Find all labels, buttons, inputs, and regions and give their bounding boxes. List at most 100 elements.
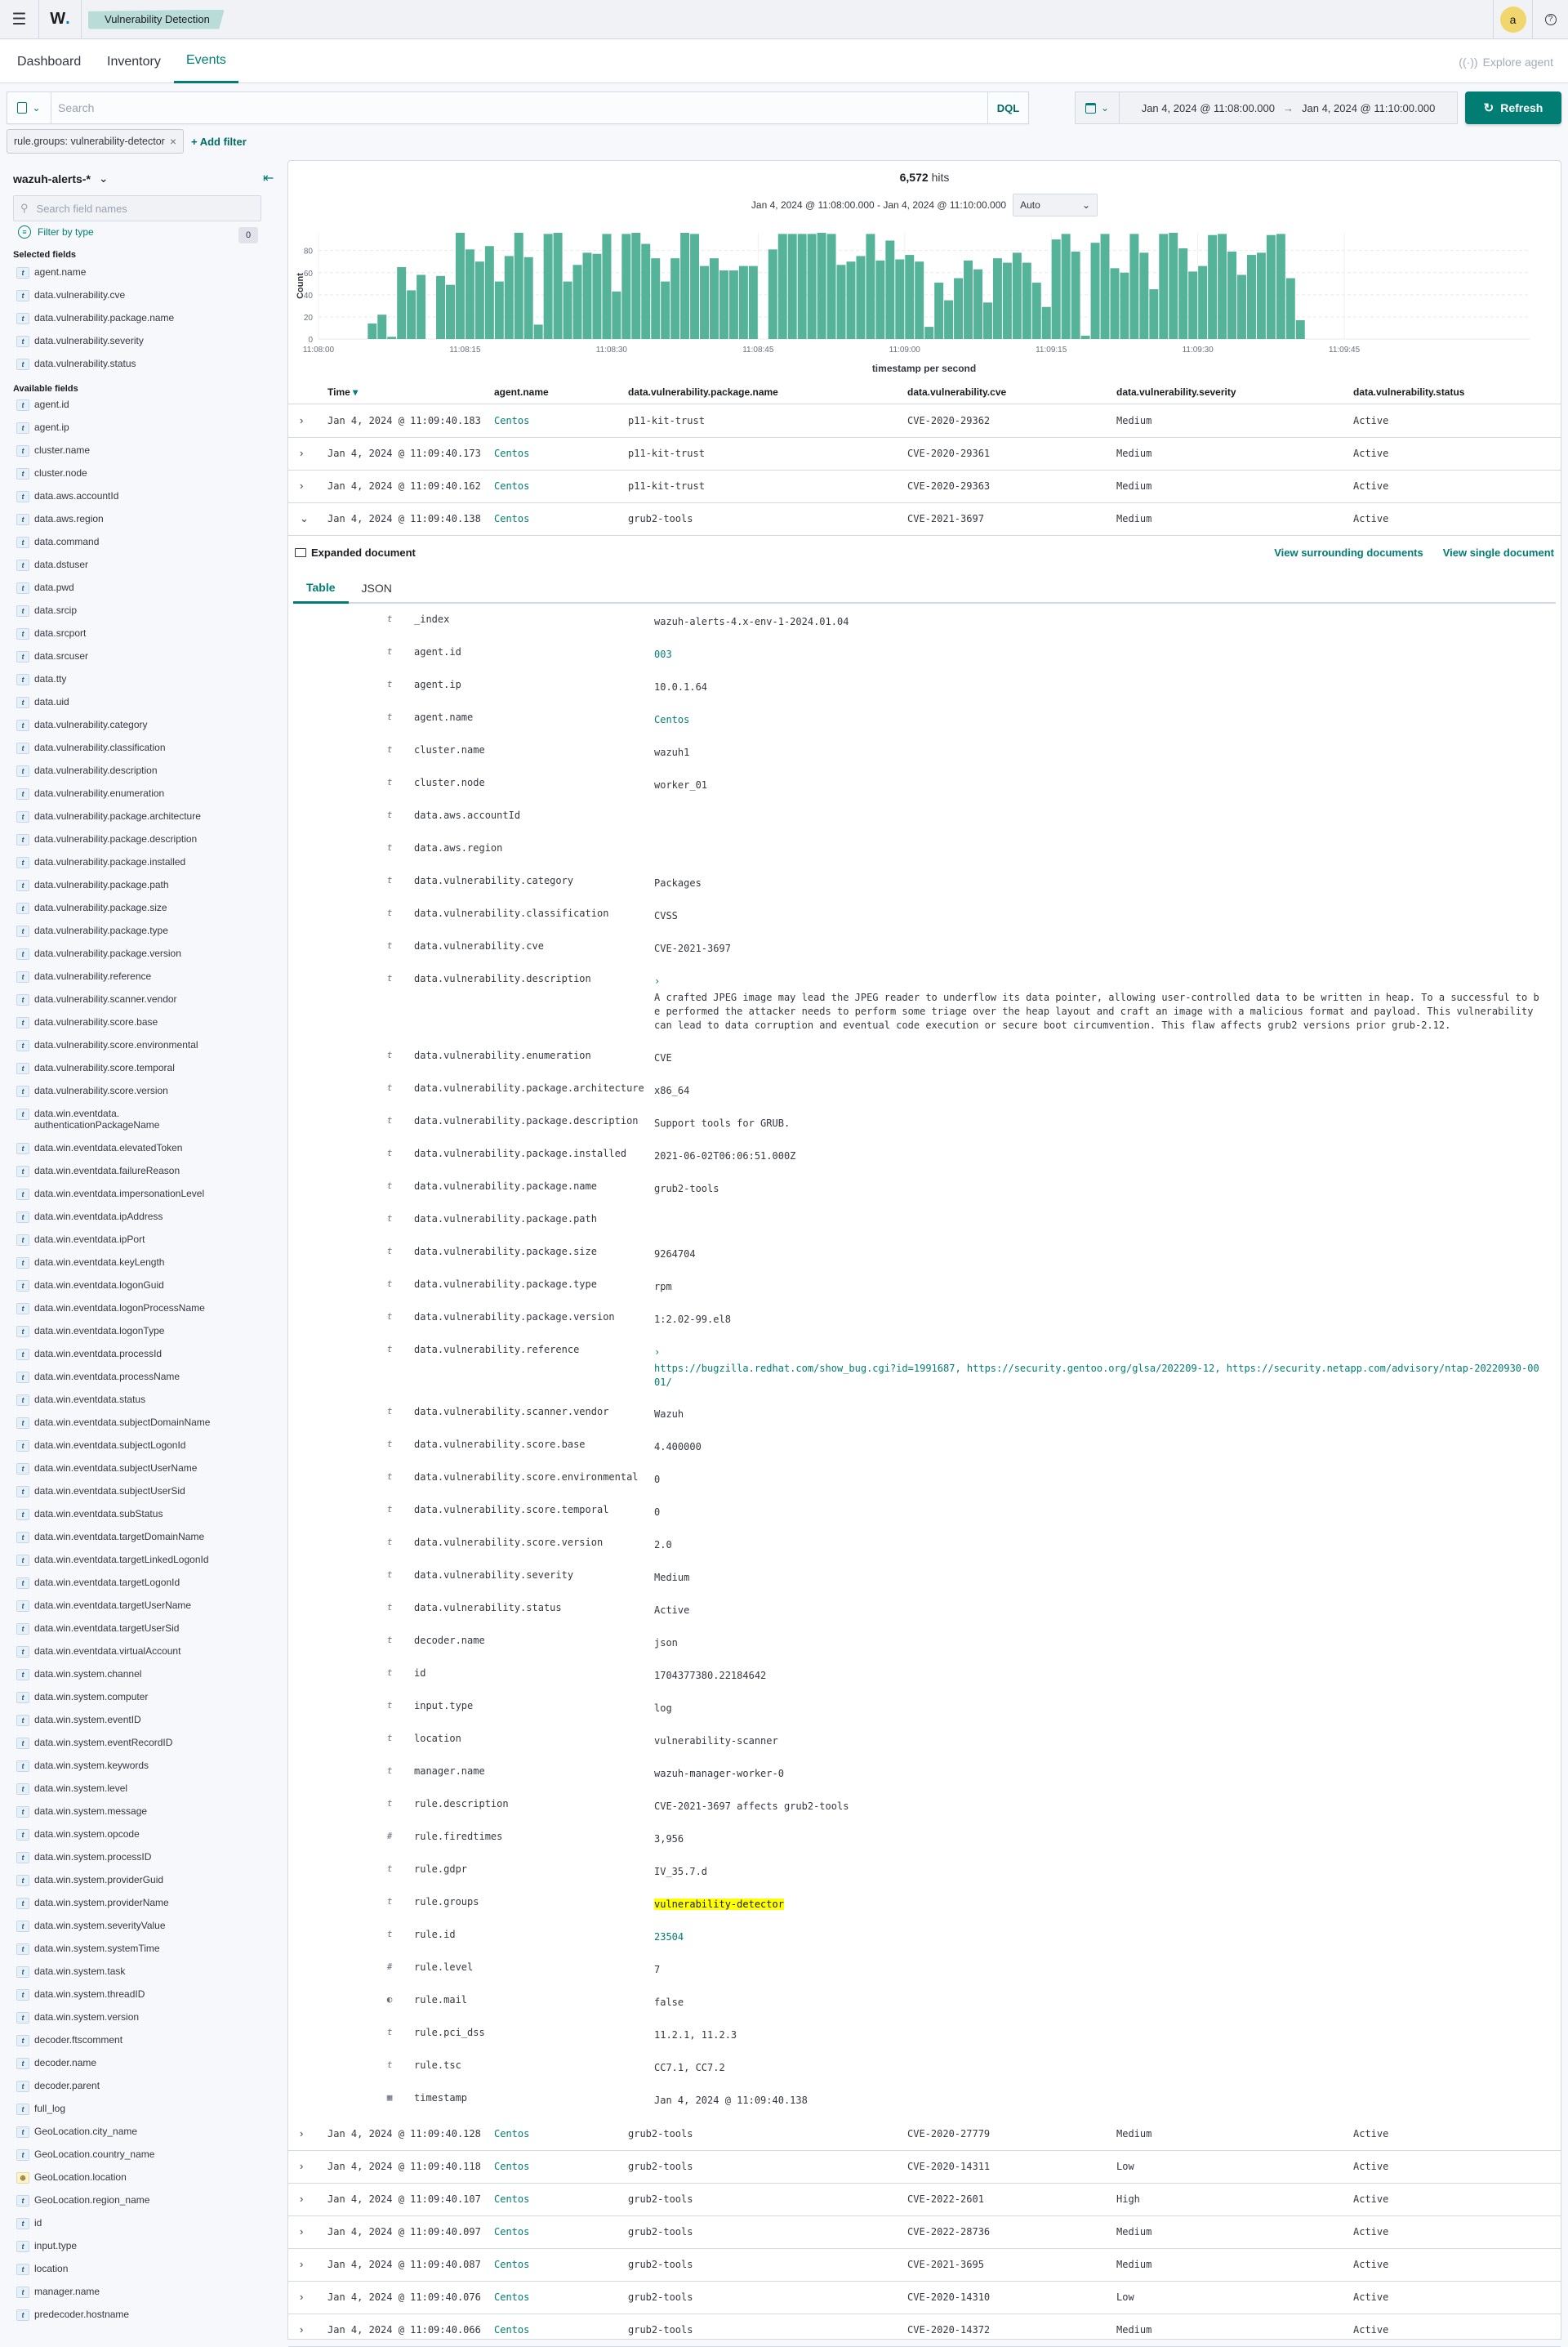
field-item[interactable]: t cluster.node bbox=[16, 462, 278, 485]
sort-descending-icon[interactable]: ▾ bbox=[353, 386, 358, 398]
field-item[interactable]: t GeoLocation.region_name bbox=[16, 2189, 278, 2212]
table-row[interactable]: › Jan 4, 2024 @ 11:09:40.183 Centos p11-kit… bbox=[288, 405, 1561, 438]
histogram-bar[interactable] bbox=[992, 258, 1002, 339]
search-input[interactable] bbox=[51, 92, 987, 123]
histogram-bar[interactable] bbox=[1237, 274, 1246, 339]
histogram-bar[interactable] bbox=[915, 261, 924, 339]
histogram-bar[interactable] bbox=[1051, 239, 1061, 339]
field-item[interactable]: t agent.ip bbox=[16, 417, 278, 440]
table-row[interactable]: › Jan 4, 2024 @ 11:09:40.087 Centos grub2-t… bbox=[288, 2249, 1561, 2282]
histogram-bar[interactable] bbox=[582, 252, 592, 339]
histogram-bar[interactable] bbox=[1256, 252, 1266, 339]
field-item[interactable]: t data.win.eventdata.subjectDomainName bbox=[16, 1412, 278, 1435]
chevron-right-icon[interactable]: › bbox=[300, 447, 303, 459]
histogram-bar[interactable] bbox=[787, 234, 797, 339]
histogram-bar[interactable] bbox=[436, 275, 446, 339]
saved-queries-button[interactable]: ⌄ bbox=[7, 92, 51, 123]
field-item[interactable]: t data.win.eventdata.targetLogonId bbox=[16, 1572, 278, 1595]
field-item[interactable]: t data.win.system.message bbox=[16, 1800, 278, 1823]
chevron-right-icon[interactable]: › bbox=[300, 480, 303, 492]
field-item[interactable]: t data.win.eventdata. authenticationPacka… bbox=[16, 1103, 278, 1137]
histogram-bar[interactable] bbox=[954, 278, 964, 339]
histogram-bar[interactable] bbox=[807, 234, 817, 339]
histogram-bar[interactable] bbox=[494, 281, 504, 339]
field-item[interactable]: t data.win.system.eventRecordID bbox=[16, 1732, 278, 1755]
histogram-bar[interactable] bbox=[504, 256, 514, 339]
table-row[interactable]: › Jan 4, 2024 @ 11:09:40.128 Centos grub2-t… bbox=[288, 2118, 1561, 2151]
field-item[interactable]: t agent.name bbox=[16, 261, 278, 284]
histogram-bar[interactable] bbox=[982, 302, 992, 339]
histogram-bar[interactable] bbox=[1276, 234, 1285, 339]
field-item[interactable]: t data.win.system.keywords bbox=[16, 1755, 278, 1778]
expand-value-icon[interactable]: › bbox=[654, 1345, 1544, 1359]
histogram-bar[interactable] bbox=[836, 265, 846, 339]
histogram-bar[interactable] bbox=[768, 249, 777, 339]
collapse-sidebar-icon[interactable]: ⇤ bbox=[263, 170, 274, 186]
histogram-bar[interactable] bbox=[1041, 306, 1051, 339]
query-language-button[interactable]: DQL bbox=[987, 92, 1028, 123]
field-item[interactable]: t data.win.system.version bbox=[16, 2006, 278, 2029]
field-item[interactable]: t data.win.eventdata.virtualAccount bbox=[16, 1640, 278, 1663]
field-item[interactable]: t data.vulnerability.package.name bbox=[16, 307, 278, 330]
field-item[interactable]: t data.win.system.severityValue bbox=[16, 1915, 278, 1938]
field-item[interactable]: t data.win.eventdata.targetLinkedLogonId bbox=[16, 1549, 278, 1572]
histogram-bar[interactable] bbox=[885, 240, 895, 339]
filter-by-type-button[interactable]: ≡ Filter by type bbox=[18, 225, 94, 239]
chevron-right-icon[interactable]: › bbox=[300, 2323, 303, 2336]
hamburger-menu-icon[interactable]: ☰ bbox=[0, 0, 39, 39]
tab-inventory[interactable]: Inventory bbox=[107, 40, 161, 83]
histogram-bar[interactable] bbox=[416, 274, 426, 339]
histogram-bar[interactable] bbox=[1080, 335, 1090, 339]
field-value[interactable]: 23504 bbox=[654, 1930, 1544, 1944]
field-item[interactable]: t data.win.eventdata.processName bbox=[16, 1366, 278, 1389]
histogram-bar[interactable] bbox=[1012, 252, 1022, 339]
histogram-bar[interactable] bbox=[397, 266, 407, 339]
add-filter-button[interactable]: + Add filter bbox=[191, 129, 247, 154]
field-item[interactable]: t data.vulnerability.package.installed bbox=[16, 851, 278, 874]
histogram-bar[interactable] bbox=[465, 249, 474, 339]
field-item[interactable]: t decoder.ftscomment bbox=[16, 2029, 278, 2052]
histogram-bar[interactable] bbox=[1002, 262, 1012, 339]
interval-select[interactable]: Auto ⌄ bbox=[1013, 194, 1098, 216]
histogram-bar[interactable] bbox=[846, 261, 856, 339]
tab-dashboard[interactable]: Dashboard bbox=[17, 40, 81, 83]
histogram-bar[interactable] bbox=[446, 284, 455, 339]
cell-agent[interactable]: Centos bbox=[494, 2161, 529, 2172]
quick-select-button[interactable]: ⌄ bbox=[1076, 92, 1120, 123]
histogram-bar[interactable] bbox=[1266, 234, 1276, 339]
histogram-bar[interactable] bbox=[670, 258, 680, 339]
field-item[interactable]: t data.aws.accountId bbox=[16, 485, 278, 508]
cell-agent[interactable]: Centos bbox=[494, 448, 529, 459]
chevron-right-icon[interactable]: › bbox=[300, 2193, 303, 2205]
histogram-bar[interactable] bbox=[710, 258, 719, 339]
field-item[interactable]: t data.win.system.opcode bbox=[16, 1823, 278, 1846]
filter-pill[interactable]: rule.groups: vulnerability-detector × bbox=[7, 129, 185, 154]
field-item[interactable]: t data.win.eventdata.subjectUserSid bbox=[16, 1480, 278, 1503]
histogram-bar[interactable] bbox=[817, 233, 826, 339]
field-item[interactable]: t decoder.parent bbox=[16, 2075, 278, 2098]
histogram-bar[interactable] bbox=[455, 233, 465, 339]
histogram-bar[interactable] bbox=[964, 260, 973, 339]
field-item[interactable]: t data.vulnerability.score.environmental bbox=[16, 1034, 278, 1057]
histogram-bar[interactable] bbox=[543, 234, 553, 339]
histogram-bar[interactable] bbox=[407, 290, 416, 339]
histogram-bar[interactable] bbox=[592, 253, 602, 339]
cell-agent[interactable]: Centos bbox=[494, 2259, 529, 2270]
field-item[interactable]: t data.vulnerability.package.architecture bbox=[16, 805, 278, 828]
wazuh-logo[interactable]: W. bbox=[39, 0, 82, 39]
field-item[interactable]: t data.win.eventdata.targetDomainName bbox=[16, 1526, 278, 1549]
chevron-right-icon[interactable]: › bbox=[300, 414, 303, 426]
field-item[interactable]: t data.vulnerability.cve bbox=[16, 284, 278, 307]
field-item[interactable]: t data.vulnerability.package.size bbox=[16, 897, 278, 920]
histogram-bar[interactable] bbox=[1295, 319, 1305, 339]
field-item[interactable]: t data.win.system.channel bbox=[16, 1663, 278, 1686]
field-item[interactable]: t data.vulnerability.category bbox=[16, 714, 278, 737]
table-row[interactable]: ⌄ Jan 4, 2024 @ 11:09:40.138 Centos grub2-t… bbox=[288, 503, 1561, 536]
histogram-bar[interactable] bbox=[474, 261, 484, 339]
histogram-bar[interactable] bbox=[738, 265, 748, 339]
table-row[interactable]: › Jan 4, 2024 @ 11:09:40.097 Centos grub2-t… bbox=[288, 2216, 1561, 2249]
field-item[interactable]: t data.tty bbox=[16, 668, 278, 691]
field-item[interactable]: t GeoLocation.country_name bbox=[16, 2144, 278, 2166]
field-item[interactable]: t data.win.system.providerName bbox=[16, 1892, 278, 1915]
histogram-bar[interactable] bbox=[1061, 234, 1071, 339]
